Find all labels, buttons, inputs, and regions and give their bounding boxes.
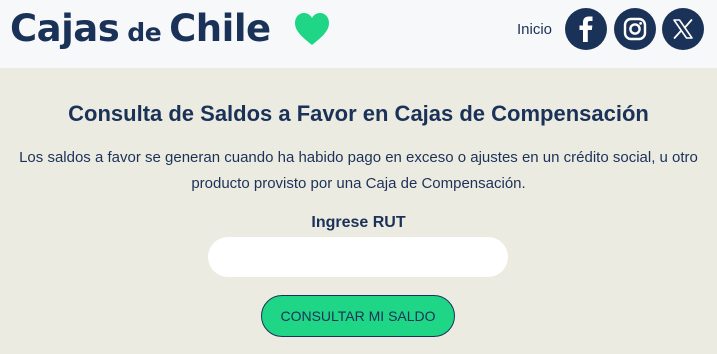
heart-icon	[295, 13, 329, 45]
nav-link-inicio[interactable]: Inicio	[517, 21, 552, 38]
x-link[interactable]	[662, 8, 704, 50]
facebook-icon	[579, 16, 593, 42]
instagram-link[interactable]	[614, 8, 656, 50]
page-description: Los saldos a favor se generan cuando ha …	[19, 149, 698, 192]
logo-word-de: de	[127, 18, 162, 47]
logo-word-chile: Chile	[169, 7, 271, 50]
page-title: Consulta de Saldos a Favor en Cajas de C…	[68, 101, 649, 126]
consult-balance-button[interactable]: CONSULTAR MI SALDO	[261, 295, 455, 337]
instagram-icon	[623, 17, 647, 41]
rut-input[interactable]	[208, 237, 508, 277]
rut-label: Ingrese RUT	[311, 214, 406, 231]
site-logo[interactable]: Cajas de Chile	[10, 7, 271, 57]
site-header: Cajas de Chile Inicio	[0, 0, 717, 68]
facebook-link[interactable]	[565, 8, 607, 50]
x-icon	[673, 19, 693, 39]
logo-word-cajas: Cajas	[10, 7, 120, 50]
